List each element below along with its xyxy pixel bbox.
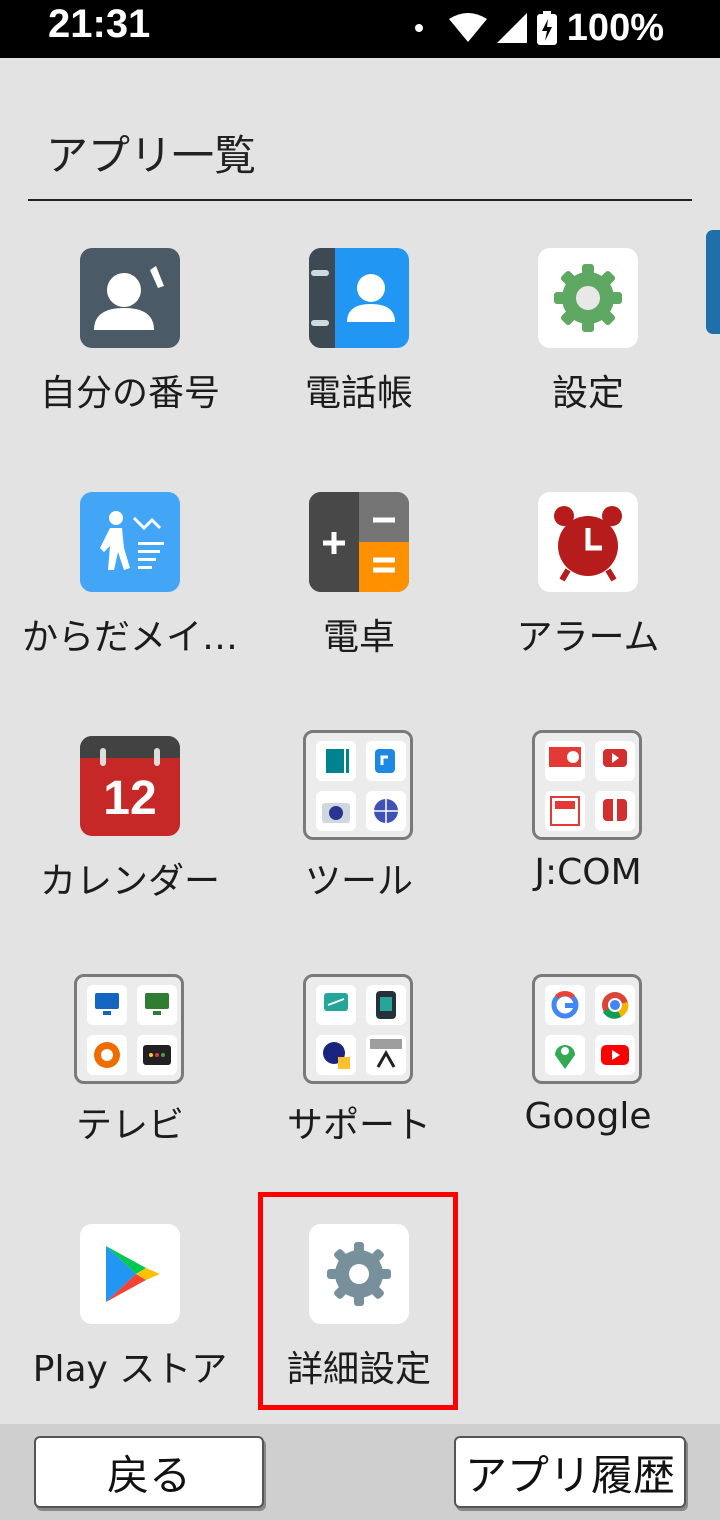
app-label: J:COM — [534, 852, 642, 893]
battery-charging-icon — [536, 11, 557, 45]
app-label: ツール — [304, 861, 413, 902]
tv-guide-mini-icon — [137, 985, 177, 1025]
nfc-mini-icon — [366, 741, 406, 781]
app-label: Play ストア — [32, 1349, 228, 1390]
jcom-folder-icon — [532, 730, 642, 840]
app-label: アラーム — [516, 617, 660, 658]
calendar-date: 12 — [103, 772, 156, 825]
support-phone-mini-icon — [366, 985, 406, 1025]
calculator-icon — [309, 492, 409, 592]
alarm-clock-icon — [538, 492, 638, 592]
support-folder-icon — [303, 974, 413, 1084]
play-store-icon — [80, 1224, 180, 1324]
camera-mini-icon — [316, 791, 356, 831]
app-calendar[interactable]: 12 カレンダー — [16, 736, 244, 936]
browser-globe-mini-icon — [366, 791, 406, 831]
tools-folder-icon — [303, 730, 413, 840]
support-chat-mini-icon — [316, 985, 356, 1025]
jcom-gift-mini-icon — [595, 791, 635, 831]
contacts-icon — [309, 248, 409, 348]
folder-tv[interactable]: テレビ — [16, 974, 244, 1180]
app-play-store[interactable]: Play ストア — [16, 1224, 244, 1424]
app-body-meister[interactable]: からだメイ… — [16, 492, 244, 692]
wifi-icon — [448, 13, 487, 42]
app-label: 電話帳 — [304, 373, 413, 414]
jcom-video-mini-icon — [595, 741, 635, 781]
title-divider — [28, 199, 692, 201]
app-alarm[interactable]: アラーム — [474, 492, 702, 692]
status-bar: 21:31 100% — [0, 0, 720, 58]
support-security-mini-icon — [316, 1035, 356, 1075]
scrollbar[interactable] — [706, 230, 720, 334]
folder-jcom[interactable]: J:COM — [474, 730, 702, 936]
my-number-icon — [80, 248, 180, 348]
app-my-number[interactable]: 自分の番号 — [16, 248, 244, 448]
jcom-books-mini-icon — [545, 791, 585, 831]
app-label: 設定 — [551, 373, 624, 414]
back-button[interactable]: 戻る — [34, 1436, 264, 1508]
signal-icon — [496, 13, 527, 43]
folder-tools[interactable]: ツール — [245, 730, 473, 936]
support-lite-mini-icon — [366, 1035, 406, 1075]
tv-app-mini-icon — [87, 1035, 127, 1075]
google-search-mini-icon — [545, 985, 585, 1025]
highlight-box — [258, 1192, 458, 1410]
battery-percentage: 100% — [566, 6, 664, 49]
body-meister-icon — [80, 492, 180, 592]
tv-box-mini-icon — [137, 1035, 177, 1075]
google-maps-mini-icon — [545, 1035, 585, 1075]
page-title: アプリ一覧 — [46, 131, 257, 180]
app-label: サポート — [286, 1105, 431, 1146]
app-contacts[interactable]: 電話帳 — [245, 248, 473, 448]
app-label: Google — [524, 1096, 652, 1137]
folder-google[interactable]: Google — [474, 974, 702, 1180]
my-jcom-mini-icon — [545, 741, 585, 781]
bottom-bar: 戻る アプリ履歴 — [0, 1424, 720, 1520]
app-label: カレンダー — [39, 861, 220, 902]
folder-support[interactable]: サポート — [245, 974, 473, 1180]
app-label: テレビ — [75, 1105, 184, 1146]
status-icons: 100% — [414, 6, 664, 50]
status-time: 21:31 — [48, 2, 151, 46]
tv-folder-icon — [74, 974, 184, 1084]
notepad-mini-icon — [316, 741, 356, 781]
app-label: 電卓 — [322, 617, 395, 658]
app-history-button[interactable]: アプリ履歴 — [454, 1436, 686, 1508]
settings-gear-icon — [538, 248, 638, 348]
app-calculator[interactable]: 電卓 — [245, 492, 473, 692]
calendar-icon: 12 — [80, 736, 180, 836]
app-label: からだメイ… — [21, 617, 238, 658]
chrome-mini-icon — [595, 985, 635, 1025]
app-label: 自分の番号 — [39, 373, 220, 414]
notification-dot-icon — [414, 24, 423, 32]
google-folder-icon — [532, 974, 642, 1084]
tv-remote-mini-icon — [87, 985, 127, 1025]
youtube-mini-icon — [595, 1035, 635, 1075]
app-settings[interactable]: 設定 — [474, 248, 702, 448]
